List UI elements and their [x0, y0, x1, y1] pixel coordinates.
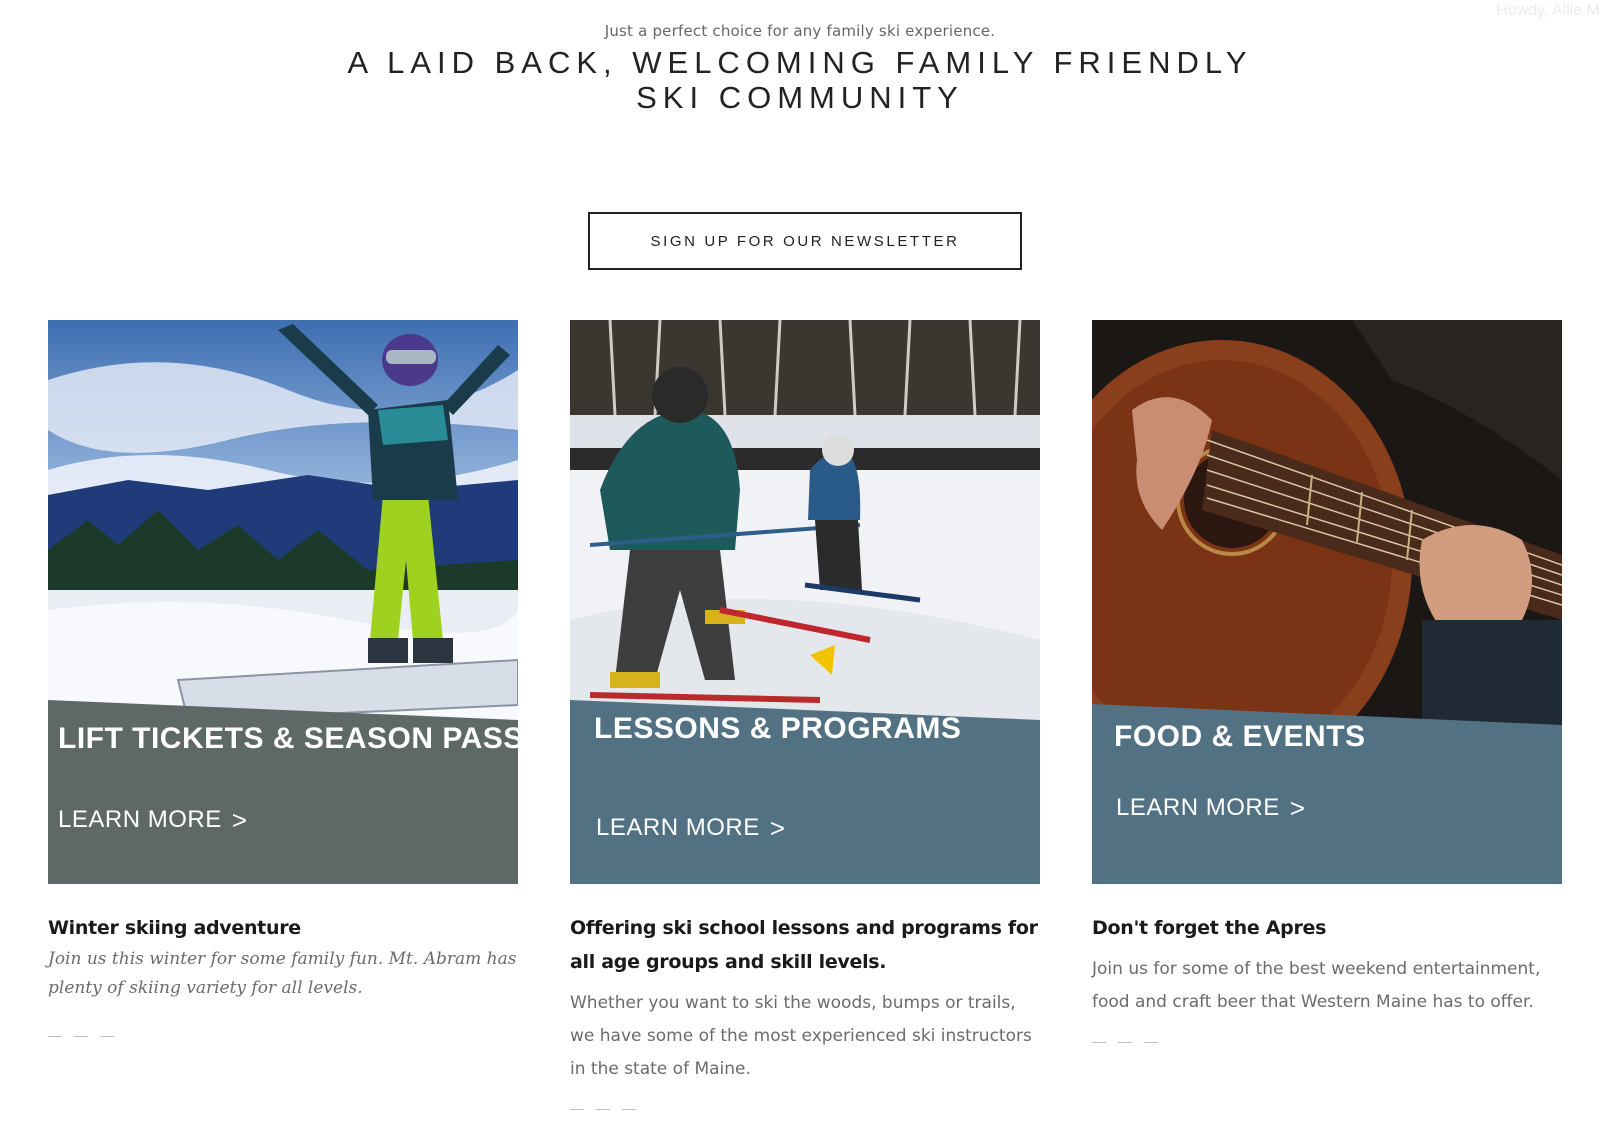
intro-section: Just a perfect choice for any family ski… — [0, 22, 1600, 115]
column-lift-tickets: Winter skiing adventure Join us this win… — [48, 911, 518, 1043]
chevron-right-icon: > — [769, 813, 786, 843]
card-title: FOOD & EVENTS — [1114, 720, 1366, 753]
tagline: Just a perfect choice for any family ski… — [604, 22, 996, 40]
learn-more-label: LEARN MORE — [596, 814, 760, 841]
card-title: LIFT TICKETS & SEASON PASSES — [58, 722, 518, 755]
learn-more-label: LEARN MORE — [1116, 794, 1280, 821]
column-heading: Winter skiing adventure — [48, 917, 301, 939]
divider: — — — — [48, 1027, 118, 1043]
column-body: Whether you want to ski the woods, bumps… — [570, 993, 1032, 1079]
learn-more-link[interactable]: LEARN MORE > — [1116, 794, 1305, 822]
learn-more-link[interactable]: LEARN MORE > — [58, 806, 247, 834]
divider: — — — — [1092, 1033, 1162, 1049]
column-lessons: Offering ski school lessons and programs… — [570, 911, 1040, 1116]
learn-more-label: LEARN MORE — [58, 806, 222, 833]
user-greeting[interactable]: Howdy, Allie M — [1496, 2, 1600, 20]
newsletter-signup-button[interactable]: SIGN UP FOR OUR NEWSLETTER — [588, 212, 1022, 270]
card-lessons[interactable]: LESSONS & PROGRAMS LEARN MORE > — [570, 320, 1040, 884]
page-headline: A LAID BACK, WELCOMING FAMILY FRIENDLY S… — [347, 45, 1253, 115]
column-body: Join us this winter for some family fun.… — [48, 949, 517, 998]
column-heading: Don't forget the Apres — [1092, 917, 1327, 939]
column-body: Join us for some of the best weekend ent… — [1092, 959, 1541, 1012]
card-food-events[interactable]: FOOD & EVENTS LEARN MORE > — [1092, 320, 1562, 884]
chevron-right-icon: > — [231, 805, 248, 835]
divider: — — — — [570, 1100, 640, 1116]
card-title: LESSONS & PROGRAMS — [594, 712, 962, 745]
learn-more-link[interactable]: LEARN MORE > — [596, 814, 785, 842]
column-heading: Offering ski school lessons and programs… — [570, 917, 1038, 973]
card-lift-tickets[interactable]: LIFT TICKETS & SEASON PASSES LEARN MORE … — [48, 320, 518, 884]
column-food-events: Don't forget the Apres Join us for some … — [1092, 911, 1562, 1049]
chevron-right-icon: > — [1289, 793, 1306, 823]
